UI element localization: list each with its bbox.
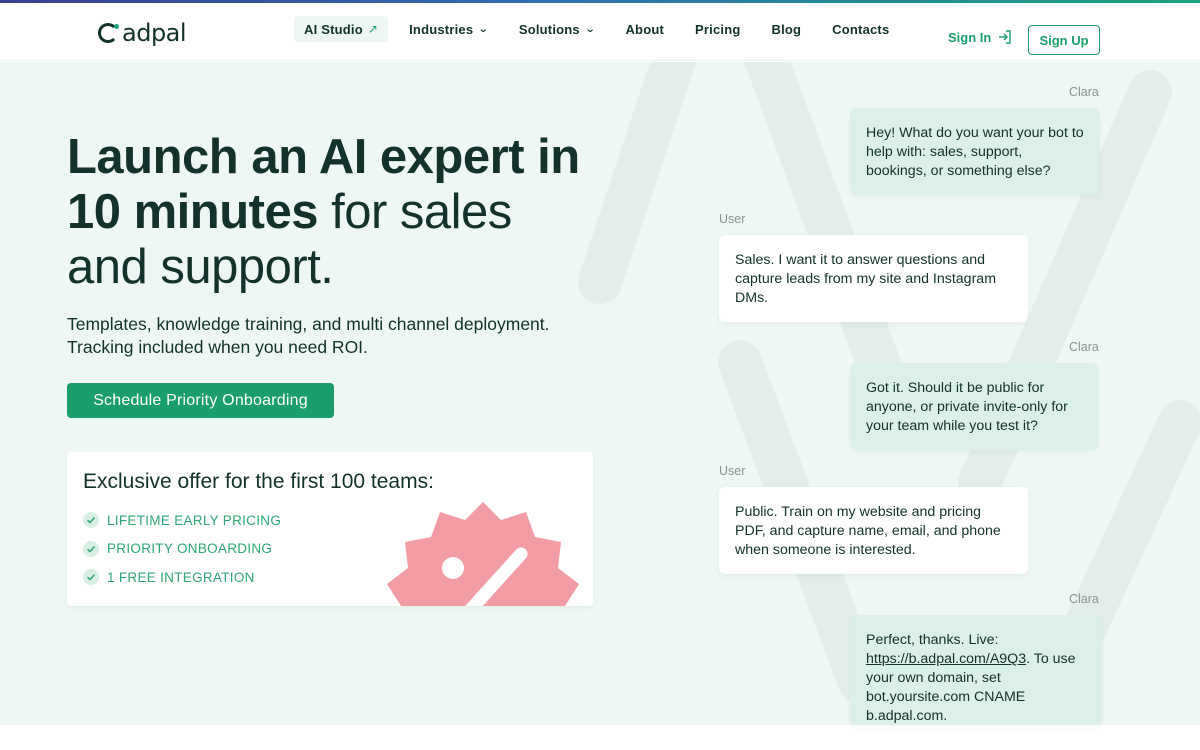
nav-about[interactable]: About [615, 16, 674, 42]
chat-sender-label: Clara [1069, 592, 1099, 606]
offer-item-label: 1 FREE INTEGRATION [107, 569, 255, 585]
logo[interactable]: adpal [98, 19, 187, 47]
headline-bold-1: Launch an AI expert in [67, 130, 580, 184]
check-icon [83, 569, 99, 586]
sign-up-button[interactable]: Sign Up [1028, 25, 1100, 55]
offer-list: LIFETIME EARLY PRICING PRIORITY ONBOARDI… [83, 506, 281, 592]
chat-sender-label: Clara [1069, 85, 1099, 99]
bot-live-link[interactable]: https://b.adpal.com/A9Q3 [866, 651, 1026, 667]
chat-bubble-bot: Got it. Should it be public for anyone, … [850, 363, 1098, 450]
nav-blog[interactable]: Blog [761, 16, 811, 42]
chat-sender-label: User [719, 464, 746, 478]
subtitle-line-1: Templates, knowledge training, and multi… [67, 314, 550, 334]
offer-item: PRIORITY ONBOARDING [83, 535, 281, 564]
chat-bubble-user: Sales. I want it to answer questions and… [719, 235, 1028, 322]
offer-item-label: PRIORITY ONBOARDING [107, 541, 273, 557]
chevron-down-icon: ⌄ [477, 23, 490, 35]
chat-sender-label: User [719, 212, 746, 226]
main-nav: AI Studio ↗ Industries ⌄ Solutions ⌄ Abo… [294, 15, 910, 43]
schedule-onboarding-button[interactable]: Schedule Priority Onboarding [67, 383, 334, 418]
headline-light-2: and support. [67, 240, 334, 294]
nav-ai-studio-label: AI Studio [304, 21, 363, 37]
check-icon [83, 512, 99, 529]
sign-in-link[interactable]: Sign In [948, 29, 1013, 45]
nav-contacts[interactable]: Contacts [822, 16, 899, 42]
hero-subtitle: Templates, knowledge training, and multi… [67, 313, 607, 359]
hero-headline: Launch an AI expert in 10 minutes for sa… [67, 130, 627, 295]
subtitle-line-2: Tracking included when you need ROI. [67, 337, 368, 357]
headline-bold-2: 10 minutes [67, 185, 318, 239]
headline-light-1: for sales [317, 185, 512, 239]
nav-ai-studio[interactable]: AI Studio ↗ [294, 16, 389, 42]
chevron-down-icon: ⌄ [584, 23, 596, 35]
site-header: adpal AI Studio ↗ Industries ⌄ Solutions… [0, 3, 1200, 61]
sign-in-label: Sign In [948, 29, 992, 45]
chat-sender-label: Clara [1069, 340, 1099, 354]
sign-in-icon [999, 30, 1012, 44]
offer-item-label: LIFETIME EARLY PRICING [107, 512, 282, 528]
check-icon [83, 540, 99, 557]
nav-solutions-label: Solutions [518, 21, 580, 37]
offer-item: 1 FREE INTEGRATION [83, 563, 281, 592]
nav-industries[interactable]: Industries ⌄ [399, 16, 498, 42]
logo-mark-icon [98, 23, 119, 43]
chat-bubble-bot: Hey! What do you want your bot to help w… [850, 108, 1100, 195]
offer-item: LIFETIME EARLY PRICING [83, 506, 281, 535]
offer-card: Exclusive offer for the first 100 teams:… [67, 452, 593, 606]
arrow-up-right-icon: ↗ [367, 22, 379, 36]
nav-solutions[interactable]: Solutions ⌄ [509, 16, 605, 42]
offer-title: Exclusive offer for the first 100 teams: [83, 470, 434, 493]
chat-bubble-user: Public. Train on my website and pricing … [719, 487, 1028, 574]
chat-bubble-bot: Perfect, thanks. Live: https://b.adpal.c… [850, 615, 1102, 725]
bottom-strip [0, 725, 1200, 750]
percent-badge-icon [387, 502, 579, 606]
nav-pricing[interactable]: Pricing [685, 16, 750, 42]
nav-industries-label: Industries [409, 21, 474, 37]
logo-text: adpal [122, 19, 187, 47]
chat-text: Perfect, thanks. Live: [866, 632, 999, 648]
